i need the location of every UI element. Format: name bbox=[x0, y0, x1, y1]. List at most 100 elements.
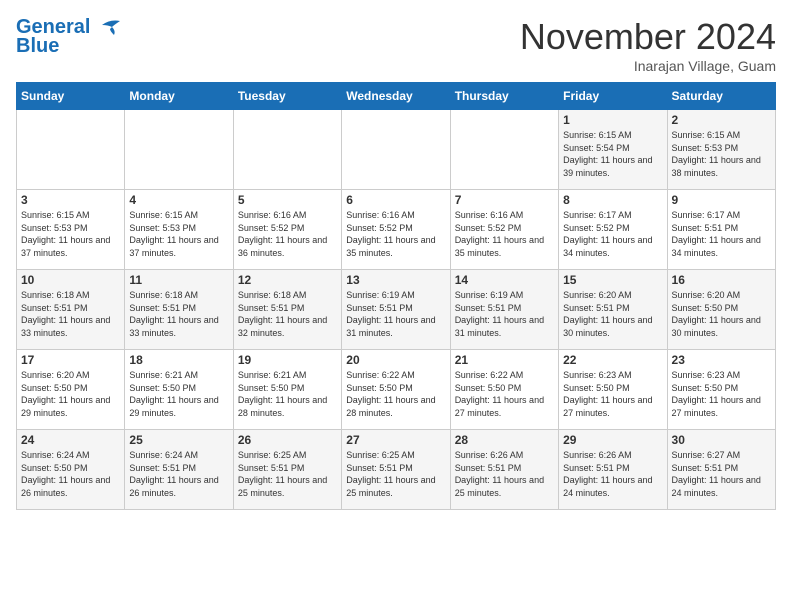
header-friday: Friday bbox=[559, 83, 667, 110]
calendar-cell: 20 Sunrise: 6:22 AM Sunset: 5:50 PM Dayli… bbox=[342, 350, 450, 430]
day-info: Sunrise: 6:22 AM Sunset: 5:50 PM Dayligh… bbox=[346, 369, 445, 419]
calendar-cell: 22 Sunrise: 6:23 AM Sunset: 5:50 PM Dayli… bbox=[559, 350, 667, 430]
calendar-cell bbox=[125, 110, 233, 190]
calendar-cell: 16Sunrise: 6:20 AM Sunset: 5:50 PM Dayli… bbox=[667, 270, 775, 350]
calendar-cell bbox=[233, 110, 341, 190]
day-number: 5 bbox=[238, 193, 337, 207]
day-number: 10 bbox=[21, 273, 120, 287]
calendar-cell: 28 Sunrise: 6:26 AM Sunset: 5:51 PM Dayli… bbox=[450, 430, 558, 510]
calendar-cell: 19Sunrise: 6:21 AM Sunset: 5:50 PM Dayli… bbox=[233, 350, 341, 430]
title-block: November 2024 Inarajan Village, Guam bbox=[520, 16, 776, 74]
calendar-cell bbox=[17, 110, 125, 190]
day-number: 18 bbox=[129, 353, 228, 367]
day-number: 2 bbox=[672, 113, 771, 127]
day-number: 22 bbox=[563, 353, 662, 367]
calendar-week-3: 10 Sunrise: 6:18 AM Sunset: 5:51 PM Dayli… bbox=[17, 270, 776, 350]
day-number: 20 bbox=[346, 353, 445, 367]
day-number: 3 bbox=[21, 193, 120, 207]
day-number: 26 bbox=[238, 433, 337, 447]
day-number: 15 bbox=[563, 273, 662, 287]
calendar-cell: 7 Sunrise: 6:16 AM Sunset: 5:52 PM Daylig… bbox=[450, 190, 558, 270]
day-number: 6 bbox=[346, 193, 445, 207]
day-info: Sunrise: 6:16 AM Sunset: 5:52 PM Dayligh… bbox=[346, 209, 445, 259]
day-info: Sunrise: 6:25 AM Sunset: 5:51 PM Dayligh… bbox=[346, 449, 445, 499]
day-number: 1 bbox=[563, 113, 662, 127]
day-number: 27 bbox=[346, 433, 445, 447]
month-title: November 2024 bbox=[520, 16, 776, 58]
day-number: 8 bbox=[563, 193, 662, 207]
day-info: Sunrise: 6:15 AM Sunset: 5:53 PM Dayligh… bbox=[672, 129, 771, 179]
calendar-cell: 26Sunrise: 6:25 AM Sunset: 5:51 PM Dayli… bbox=[233, 430, 341, 510]
day-info: Sunrise: 6:18 AM Sunset: 5:51 PM Dayligh… bbox=[238, 289, 337, 339]
day-number: 12 bbox=[238, 273, 337, 287]
day-info: Sunrise: 6:18 AM Sunset: 5:51 PM Dayligh… bbox=[21, 289, 120, 339]
day-info: Sunrise: 6:19 AM Sunset: 5:51 PM Dayligh… bbox=[346, 289, 445, 339]
location-subtitle: Inarajan Village, Guam bbox=[520, 58, 776, 74]
day-number: 7 bbox=[455, 193, 554, 207]
calendar-cell: 24 Sunrise: 6:24 AM Sunset: 5:50 PM Dayli… bbox=[17, 430, 125, 510]
day-number: 9 bbox=[672, 193, 771, 207]
day-number: 13 bbox=[346, 273, 445, 287]
calendar-cell: 9 Sunrise: 6:17 AM Sunset: 5:51 PM Daylig… bbox=[667, 190, 775, 270]
day-number: 17 bbox=[21, 353, 120, 367]
header-tuesday: Tuesday bbox=[233, 83, 341, 110]
day-number: 23 bbox=[672, 353, 771, 367]
day-info: Sunrise: 6:19 AM Sunset: 5:51 PM Dayligh… bbox=[455, 289, 554, 339]
day-number: 11 bbox=[129, 273, 228, 287]
calendar-cell: 18Sunrise: 6:21 AM Sunset: 5:50 PM Dayli… bbox=[125, 350, 233, 430]
calendar-header-row: SundayMondayTuesdayWednesdayThursdayFrid… bbox=[17, 83, 776, 110]
header-monday: Monday bbox=[125, 83, 233, 110]
calendar-cell: 12 Sunrise: 6:18 AM Sunset: 5:51 PM Dayli… bbox=[233, 270, 341, 350]
header-sunday: Sunday bbox=[17, 83, 125, 110]
calendar-cell: 21Sunrise: 6:22 AM Sunset: 5:50 PM Dayli… bbox=[450, 350, 558, 430]
day-info: Sunrise: 6:24 AM Sunset: 5:50 PM Dayligh… bbox=[21, 449, 120, 499]
calendar-cell: 13 Sunrise: 6:19 AM Sunset: 5:51 PM Dayli… bbox=[342, 270, 450, 350]
calendar-cell: 15 Sunrise: 6:20 AM Sunset: 5:51 PM Dayli… bbox=[559, 270, 667, 350]
day-info: Sunrise: 6:27 AM Sunset: 5:51 PM Dayligh… bbox=[672, 449, 771, 499]
day-info: Sunrise: 6:24 AM Sunset: 5:51 PM Dayligh… bbox=[129, 449, 228, 499]
day-info: Sunrise: 6:22 AM Sunset: 5:50 PM Dayligh… bbox=[455, 369, 554, 419]
calendar-cell: 8 Sunrise: 6:17 AM Sunset: 5:52 PM Daylig… bbox=[559, 190, 667, 270]
calendar-cell bbox=[450, 110, 558, 190]
day-number: 30 bbox=[672, 433, 771, 447]
day-number: 19 bbox=[238, 353, 337, 367]
day-number: 29 bbox=[563, 433, 662, 447]
day-info: Sunrise: 6:26 AM Sunset: 5:51 PM Dayligh… bbox=[563, 449, 662, 499]
logo-text-blue: Blue bbox=[16, 35, 59, 58]
day-info: Sunrise: 6:20 AM Sunset: 5:51 PM Dayligh… bbox=[563, 289, 662, 339]
calendar-cell: 27 Sunrise: 6:25 AM Sunset: 5:51 PM Dayli… bbox=[342, 430, 450, 510]
header-saturday: Saturday bbox=[667, 83, 775, 110]
day-info: Sunrise: 6:16 AM Sunset: 5:52 PM Dayligh… bbox=[238, 209, 337, 259]
day-info: Sunrise: 6:15 AM Sunset: 5:53 PM Dayligh… bbox=[21, 209, 120, 259]
calendar-cell: 5 Sunrise: 6:16 AM Sunset: 5:52 PM Daylig… bbox=[233, 190, 341, 270]
day-info: Sunrise: 6:20 AM Sunset: 5:50 PM Dayligh… bbox=[672, 289, 771, 339]
day-number: 14 bbox=[455, 273, 554, 287]
calendar-cell: 2 Sunrise: 6:15 AM Sunset: 5:53 PM Daylig… bbox=[667, 110, 775, 190]
calendar-cell: 11 Sunrise: 6:18 AM Sunset: 5:51 PM Dayli… bbox=[125, 270, 233, 350]
day-info: Sunrise: 6:23 AM Sunset: 5:50 PM Dayligh… bbox=[563, 369, 662, 419]
calendar-cell bbox=[342, 110, 450, 190]
day-info: Sunrise: 6:20 AM Sunset: 5:50 PM Dayligh… bbox=[21, 369, 120, 419]
logo-bird-icon bbox=[92, 17, 122, 39]
day-info: Sunrise: 6:17 AM Sunset: 5:51 PM Dayligh… bbox=[672, 209, 771, 259]
header-wednesday: Wednesday bbox=[342, 83, 450, 110]
calendar-cell: 4Sunrise: 6:15 AM Sunset: 5:53 PM Daylig… bbox=[125, 190, 233, 270]
calendar-cell: 1Sunrise: 6:15 AM Sunset: 5:54 PM Daylig… bbox=[559, 110, 667, 190]
day-info: Sunrise: 6:17 AM Sunset: 5:52 PM Dayligh… bbox=[563, 209, 662, 259]
calendar-week-5: 24 Sunrise: 6:24 AM Sunset: 5:50 PM Dayli… bbox=[17, 430, 776, 510]
day-info: Sunrise: 6:16 AM Sunset: 5:52 PM Dayligh… bbox=[455, 209, 554, 259]
day-number: 28 bbox=[455, 433, 554, 447]
calendar-week-2: 3 Sunrise: 6:15 AM Sunset: 5:53 PM Daylig… bbox=[17, 190, 776, 270]
calendar-cell: 25Sunrise: 6:24 AM Sunset: 5:51 PM Dayli… bbox=[125, 430, 233, 510]
page-header: General Blue November 2024 Inarajan Vill… bbox=[16, 16, 776, 74]
calendar-table: SundayMondayTuesdayWednesdayThursdayFrid… bbox=[16, 82, 776, 510]
calendar-cell: 6 Sunrise: 6:16 AM Sunset: 5:52 PM Daylig… bbox=[342, 190, 450, 270]
calendar-cell: 14 Sunrise: 6:19 AM Sunset: 5:51 PM Dayli… bbox=[450, 270, 558, 350]
day-info: Sunrise: 6:26 AM Sunset: 5:51 PM Dayligh… bbox=[455, 449, 554, 499]
day-number: 24 bbox=[21, 433, 120, 447]
calendar-cell: 29 Sunrise: 6:26 AM Sunset: 5:51 PM Dayli… bbox=[559, 430, 667, 510]
day-info: Sunrise: 6:15 AM Sunset: 5:53 PM Dayligh… bbox=[129, 209, 228, 259]
calendar-cell: 10 Sunrise: 6:18 AM Sunset: 5:51 PM Dayli… bbox=[17, 270, 125, 350]
day-info: Sunrise: 6:18 AM Sunset: 5:51 PM Dayligh… bbox=[129, 289, 228, 339]
calendar-cell: 30 Sunrise: 6:27 AM Sunset: 5:51 PM Dayli… bbox=[667, 430, 775, 510]
